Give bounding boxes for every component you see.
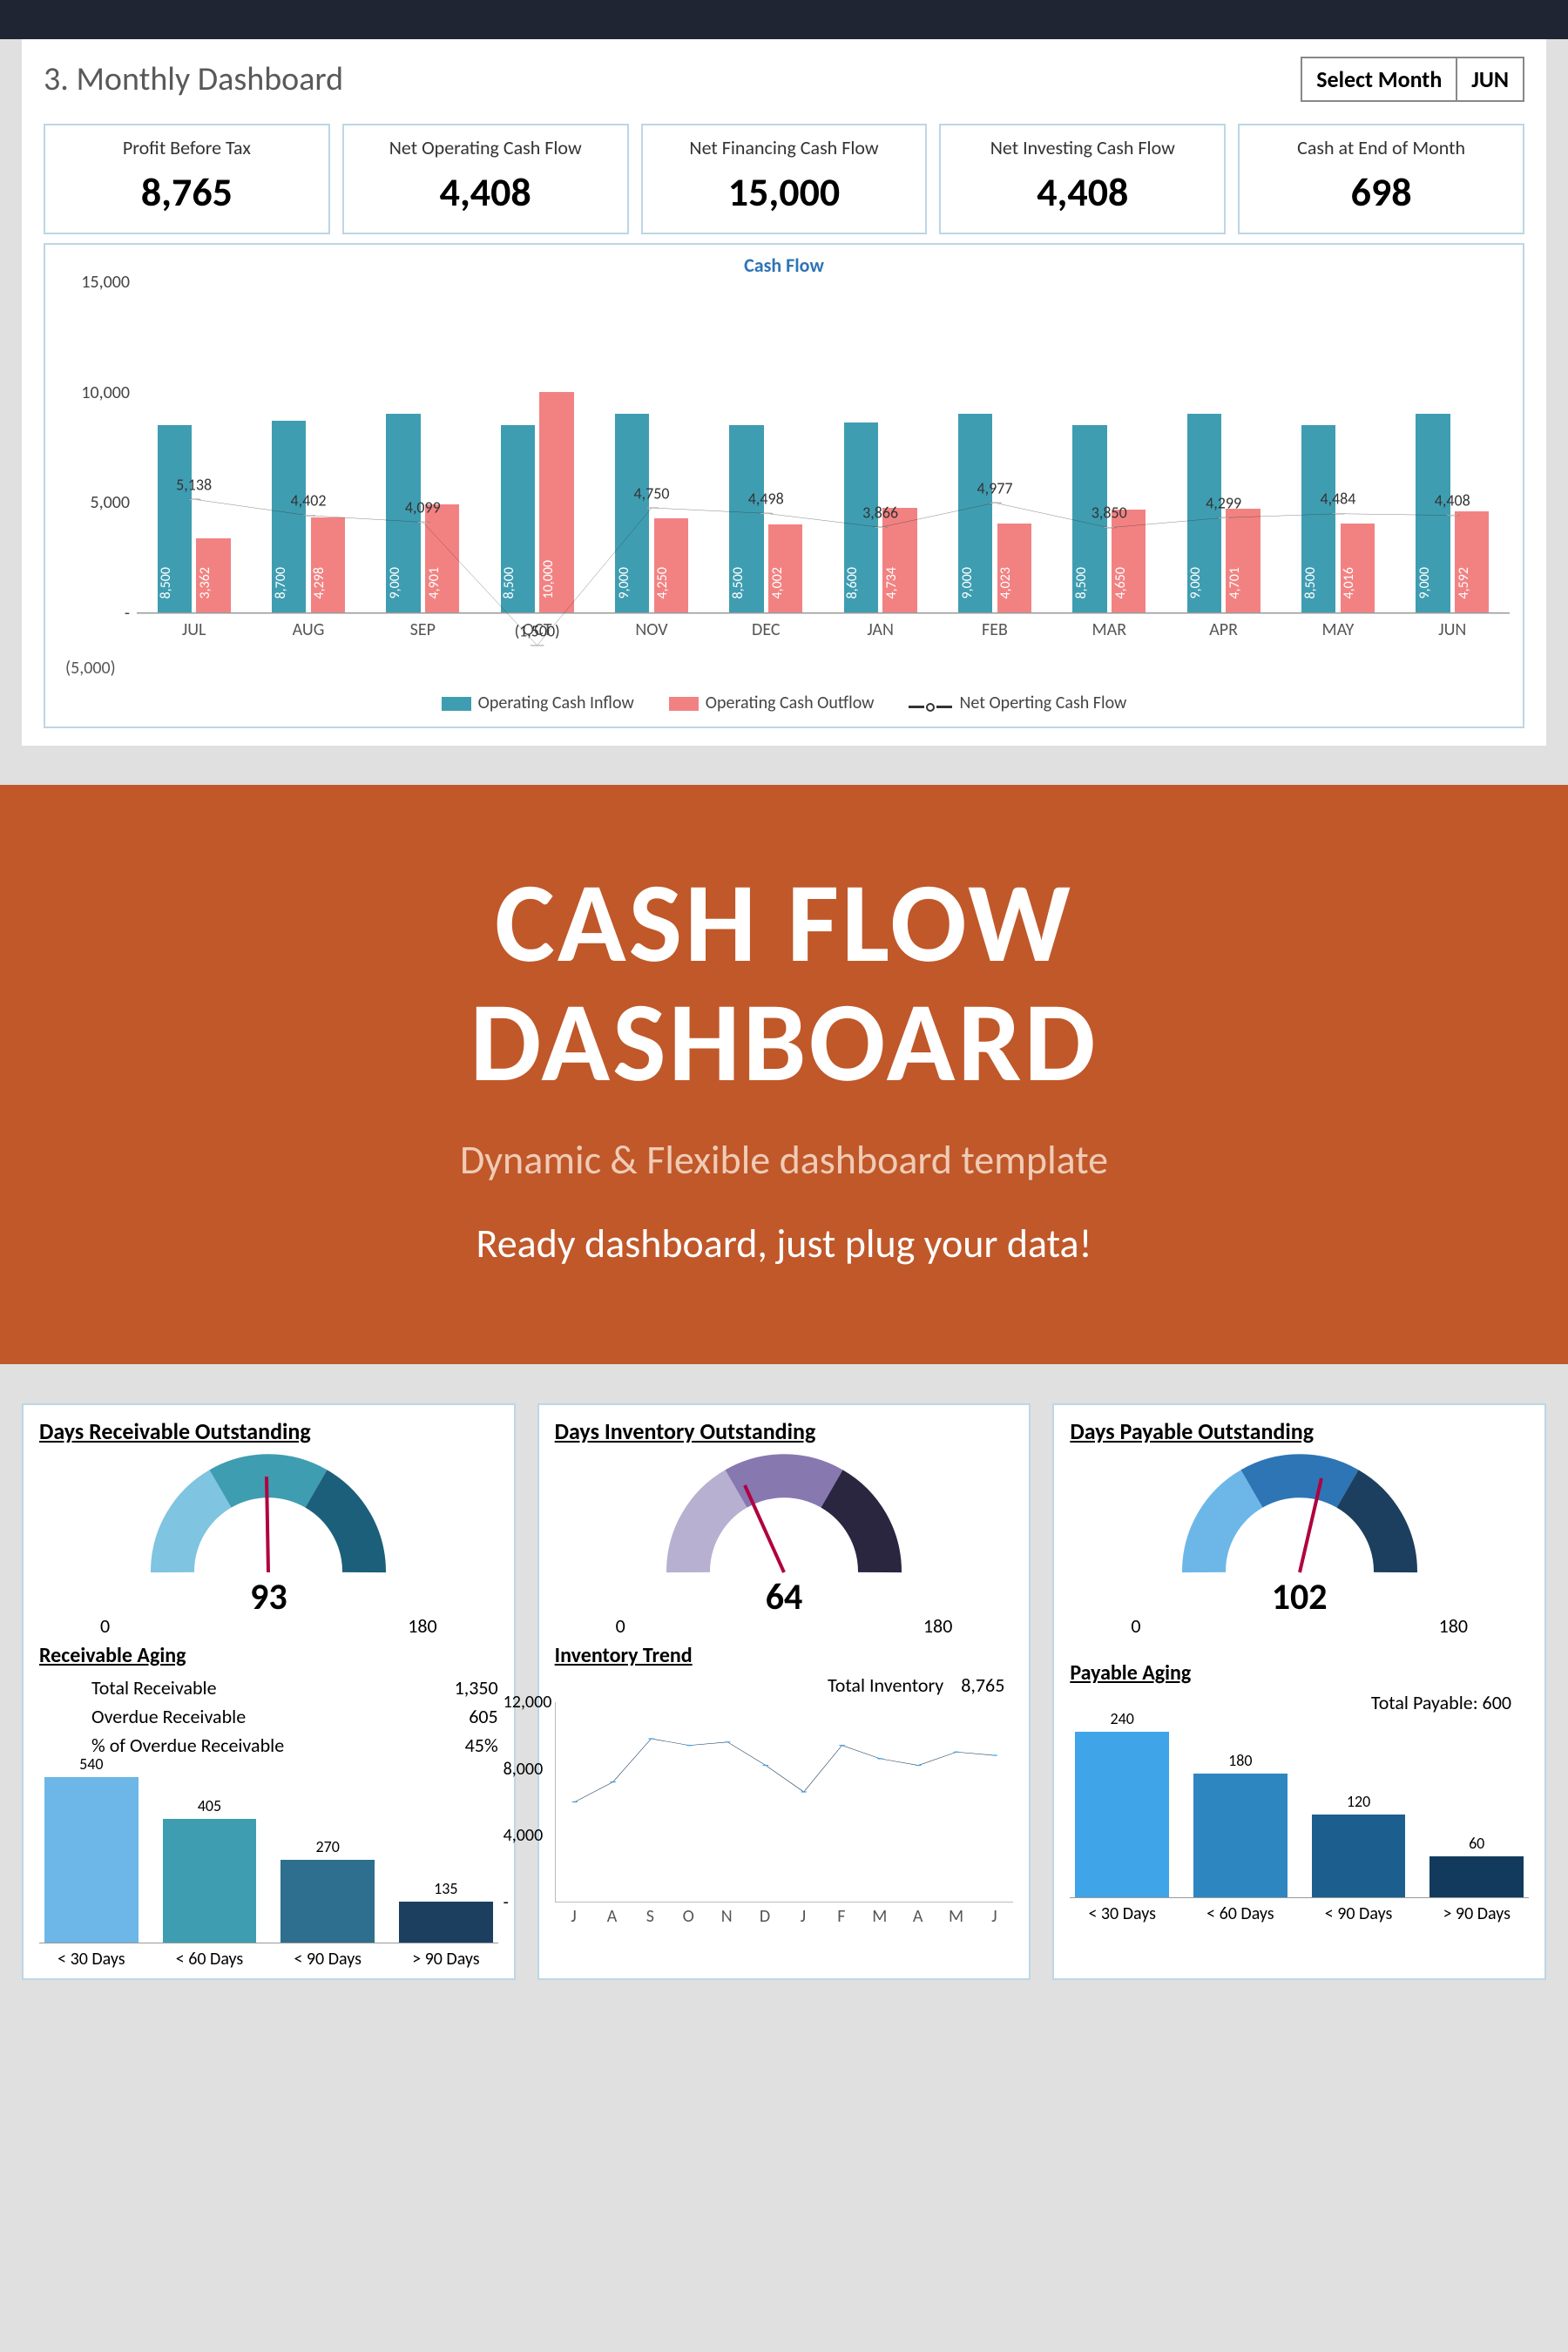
inventory-trend-chart: 12,0008,0004,000-	[555, 1702, 1014, 1903]
chart-title: Cash Flow	[58, 253, 1510, 277]
inventory-value: 64	[555, 1575, 1014, 1619]
month-col: 8,700 4,298 4,402	[251, 282, 365, 612]
receivable-aging-chart: 540 405 270 135	[39, 1768, 498, 1943]
kpi-label: Net Financing Cash Flow	[650, 136, 919, 159]
receivable-card: Days Receivable Outstanding 93 0180 Rece…	[22, 1403, 516, 1980]
dashboard-panel: 3. Monthly Dashboard Select Month JUN Pr…	[22, 39, 1546, 746]
payable-aging-title: Payable Aging	[1070, 1660, 1529, 1686]
kpi-value: 4,408	[351, 168, 620, 217]
aging-bar: 135	[399, 1879, 493, 1943]
aging-bar: 180	[1193, 1751, 1288, 1898]
receivable-value: 93	[39, 1575, 498, 1619]
month-col: 8,500 4,650 3,850	[1052, 282, 1166, 612]
banner-sub2: Ready dashboard, just plug your data!	[35, 1220, 1533, 1268]
promo-banner: CASH FLOW DASHBOARD Dynamic & Flexible d…	[0, 785, 1568, 1364]
month-col: 8,500 4,016 4,484	[1281, 282, 1395, 612]
cashflow-chart: Cash Flow 15,00010,0005,000- 8,500 3,362…	[44, 243, 1524, 728]
x-axis: JULAUGSEPOCTNOVDECJANFEBMARAPRMAYJUN	[137, 613, 1510, 640]
payable-title: Days Payable Outstanding	[1070, 1417, 1529, 1445]
kpi-value: 698	[1247, 168, 1516, 217]
top-bar	[0, 0, 1568, 39]
neg-tick: (5,000)	[58, 640, 1510, 686]
aging-bar: 270	[280, 1837, 375, 1943]
aging-bar: 240	[1075, 1709, 1169, 1897]
month-col: 9,000 4,250 4,750	[594, 282, 708, 612]
kpi-label: Profit Before Tax	[52, 136, 321, 159]
aging-bar: 120	[1312, 1792, 1406, 1897]
month-col: 9,000 4,592 4,408	[1396, 282, 1510, 612]
banner-sub1: Dynamic & Flexible dashboard template	[35, 1136, 1533, 1185]
aging-bar: 405	[163, 1796, 257, 1943]
section-title: 3. Monthly Dashboard	[44, 59, 343, 99]
aging-bar: 60	[1429, 1834, 1524, 1898]
receivable-gauge	[129, 1450, 408, 1581]
kpi-card: Net Investing Cash Flow 4,408	[939, 124, 1226, 234]
kpi-row: Profit Before Tax 8,765 Net Operating Ca…	[44, 124, 1524, 234]
receivable-stats: Total Receivable1,350Overdue Receivable6…	[39, 1673, 498, 1760]
month-col: 9,000 4,901 4,099	[366, 282, 480, 612]
month-selector[interactable]: Select Month JUN	[1301, 57, 1524, 102]
banner-title-1: CASH FLOW	[35, 863, 1533, 983]
banner-title-2: DASHBOARD	[35, 983, 1533, 1102]
legend: Operating Cash Inflow Operating Cash Out…	[58, 693, 1510, 713]
kpi-card: Cash at End of Month 698	[1238, 124, 1524, 234]
inventory-trend-title: Inventory Trend	[555, 1643, 1014, 1668]
plot-area: 8,500 3,362 5,138 8,700 4,298 4,402 9,00…	[137, 282, 1510, 613]
bottom-cards: Days Receivable Outstanding 93 0180 Rece…	[0, 1403, 1568, 2002]
kpi-label: Net Investing Cash Flow	[948, 136, 1217, 159]
kpi-card: Net Operating Cash Flow 4,408	[342, 124, 629, 234]
receivable-aging-title: Receivable Aging	[39, 1643, 498, 1668]
payable-card: Days Payable Outstanding 102 0180 Payabl…	[1052, 1403, 1546, 1980]
month-col: 8,500 4,002 4,498	[709, 282, 823, 612]
kpi-card: Profit Before Tax 8,765	[44, 124, 330, 234]
total-inventory-label: Total Inventory	[828, 1673, 943, 1697]
kpi-value: 15,000	[650, 168, 919, 217]
payable-gauge	[1160, 1450, 1439, 1581]
inventory-title: Days Inventory Outstanding	[555, 1417, 1014, 1445]
kpi-card: Net Financing Cash Flow 15,000	[641, 124, 928, 234]
total-inventory-value: 8,765	[961, 1673, 1004, 1697]
kpi-label: Cash at End of Month	[1247, 136, 1516, 159]
aging-bar: 540	[44, 1754, 139, 1943]
month-col: 9,000 4,023 4,977	[937, 282, 1051, 612]
kpi-label: Net Operating Cash Flow	[351, 136, 620, 159]
payable-value: 102	[1070, 1575, 1529, 1619]
inventory-gauge	[645, 1450, 923, 1581]
select-month-label: Select Month	[1301, 57, 1456, 102]
kpi-value: 4,408	[948, 168, 1217, 217]
payable-aging-chart: 240 180 120 60	[1070, 1723, 1529, 1897]
kpi-value: 8,765	[52, 168, 321, 217]
inventory-card: Days Inventory Outstanding 64 0180 Inven…	[537, 1403, 1031, 1980]
month-col: 8,600 4,734 3,866	[823, 282, 937, 612]
month-col: 8,500 10,000 (1,500)	[480, 282, 594, 612]
month-col: 8,500 3,362 5,138	[137, 282, 251, 612]
receivable-title: Days Receivable Outstanding	[39, 1417, 498, 1445]
y-axis: 15,00010,0005,000-	[58, 282, 137, 613]
month-col: 9,000 4,701 4,299	[1166, 282, 1281, 612]
selected-month[interactable]: JUN	[1456, 57, 1524, 102]
